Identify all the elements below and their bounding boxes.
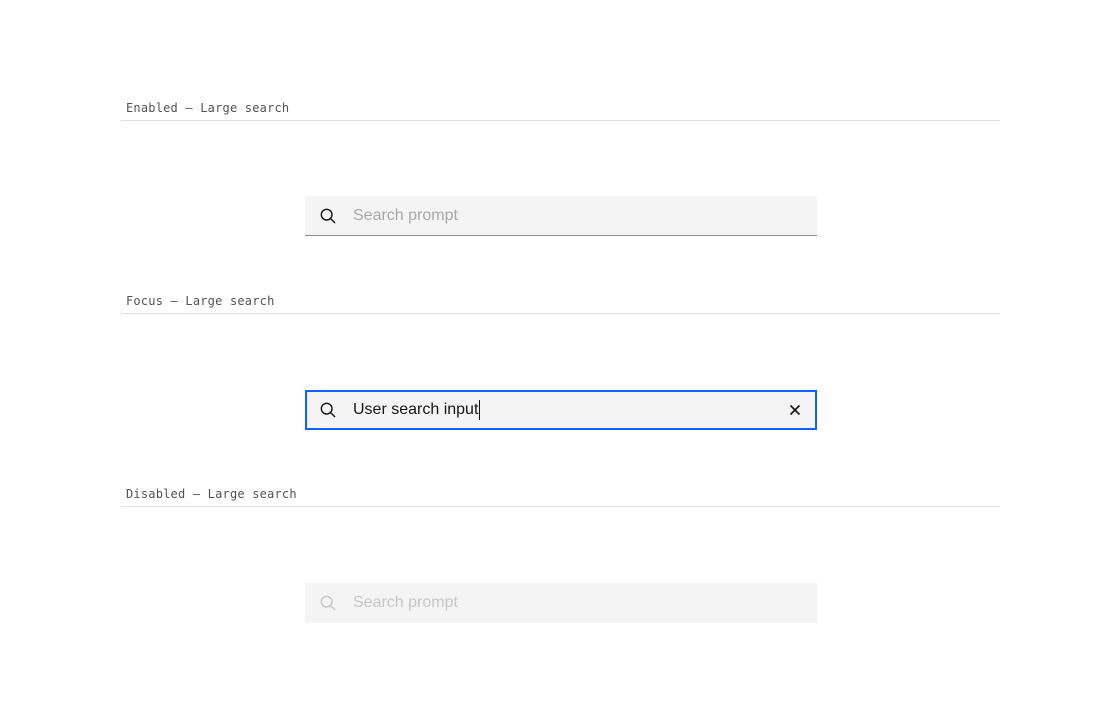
search-placeholder[interactable]: Search prompt <box>353 196 458 235</box>
search-icon <box>320 208 336 224</box>
search-input[interactable]: User search input <box>353 392 481 428</box>
search-field-disabled: Search prompt <box>305 583 817 623</box>
section-label-enabled: Enabled – Large search <box>126 101 290 115</box>
search-input-value: User search input <box>353 401 479 418</box>
search-icon <box>320 595 336 611</box>
section-label-focus: Focus – Large search <box>126 294 275 308</box>
section-divider <box>121 120 1000 121</box>
close-icon[interactable] <box>787 402 803 418</box>
section-divider <box>121 506 1000 507</box>
section-divider <box>121 313 1000 314</box>
search-field-focus[interactable]: User search input <box>305 390 817 430</box>
section-label-disabled: Disabled – Large search <box>126 487 297 501</box>
search-placeholder: Search prompt <box>353 594 458 611</box>
search-icon <box>320 402 336 418</box>
text-caret <box>479 400 481 420</box>
search-field-enabled[interactable]: Search prompt <box>305 196 817 236</box>
